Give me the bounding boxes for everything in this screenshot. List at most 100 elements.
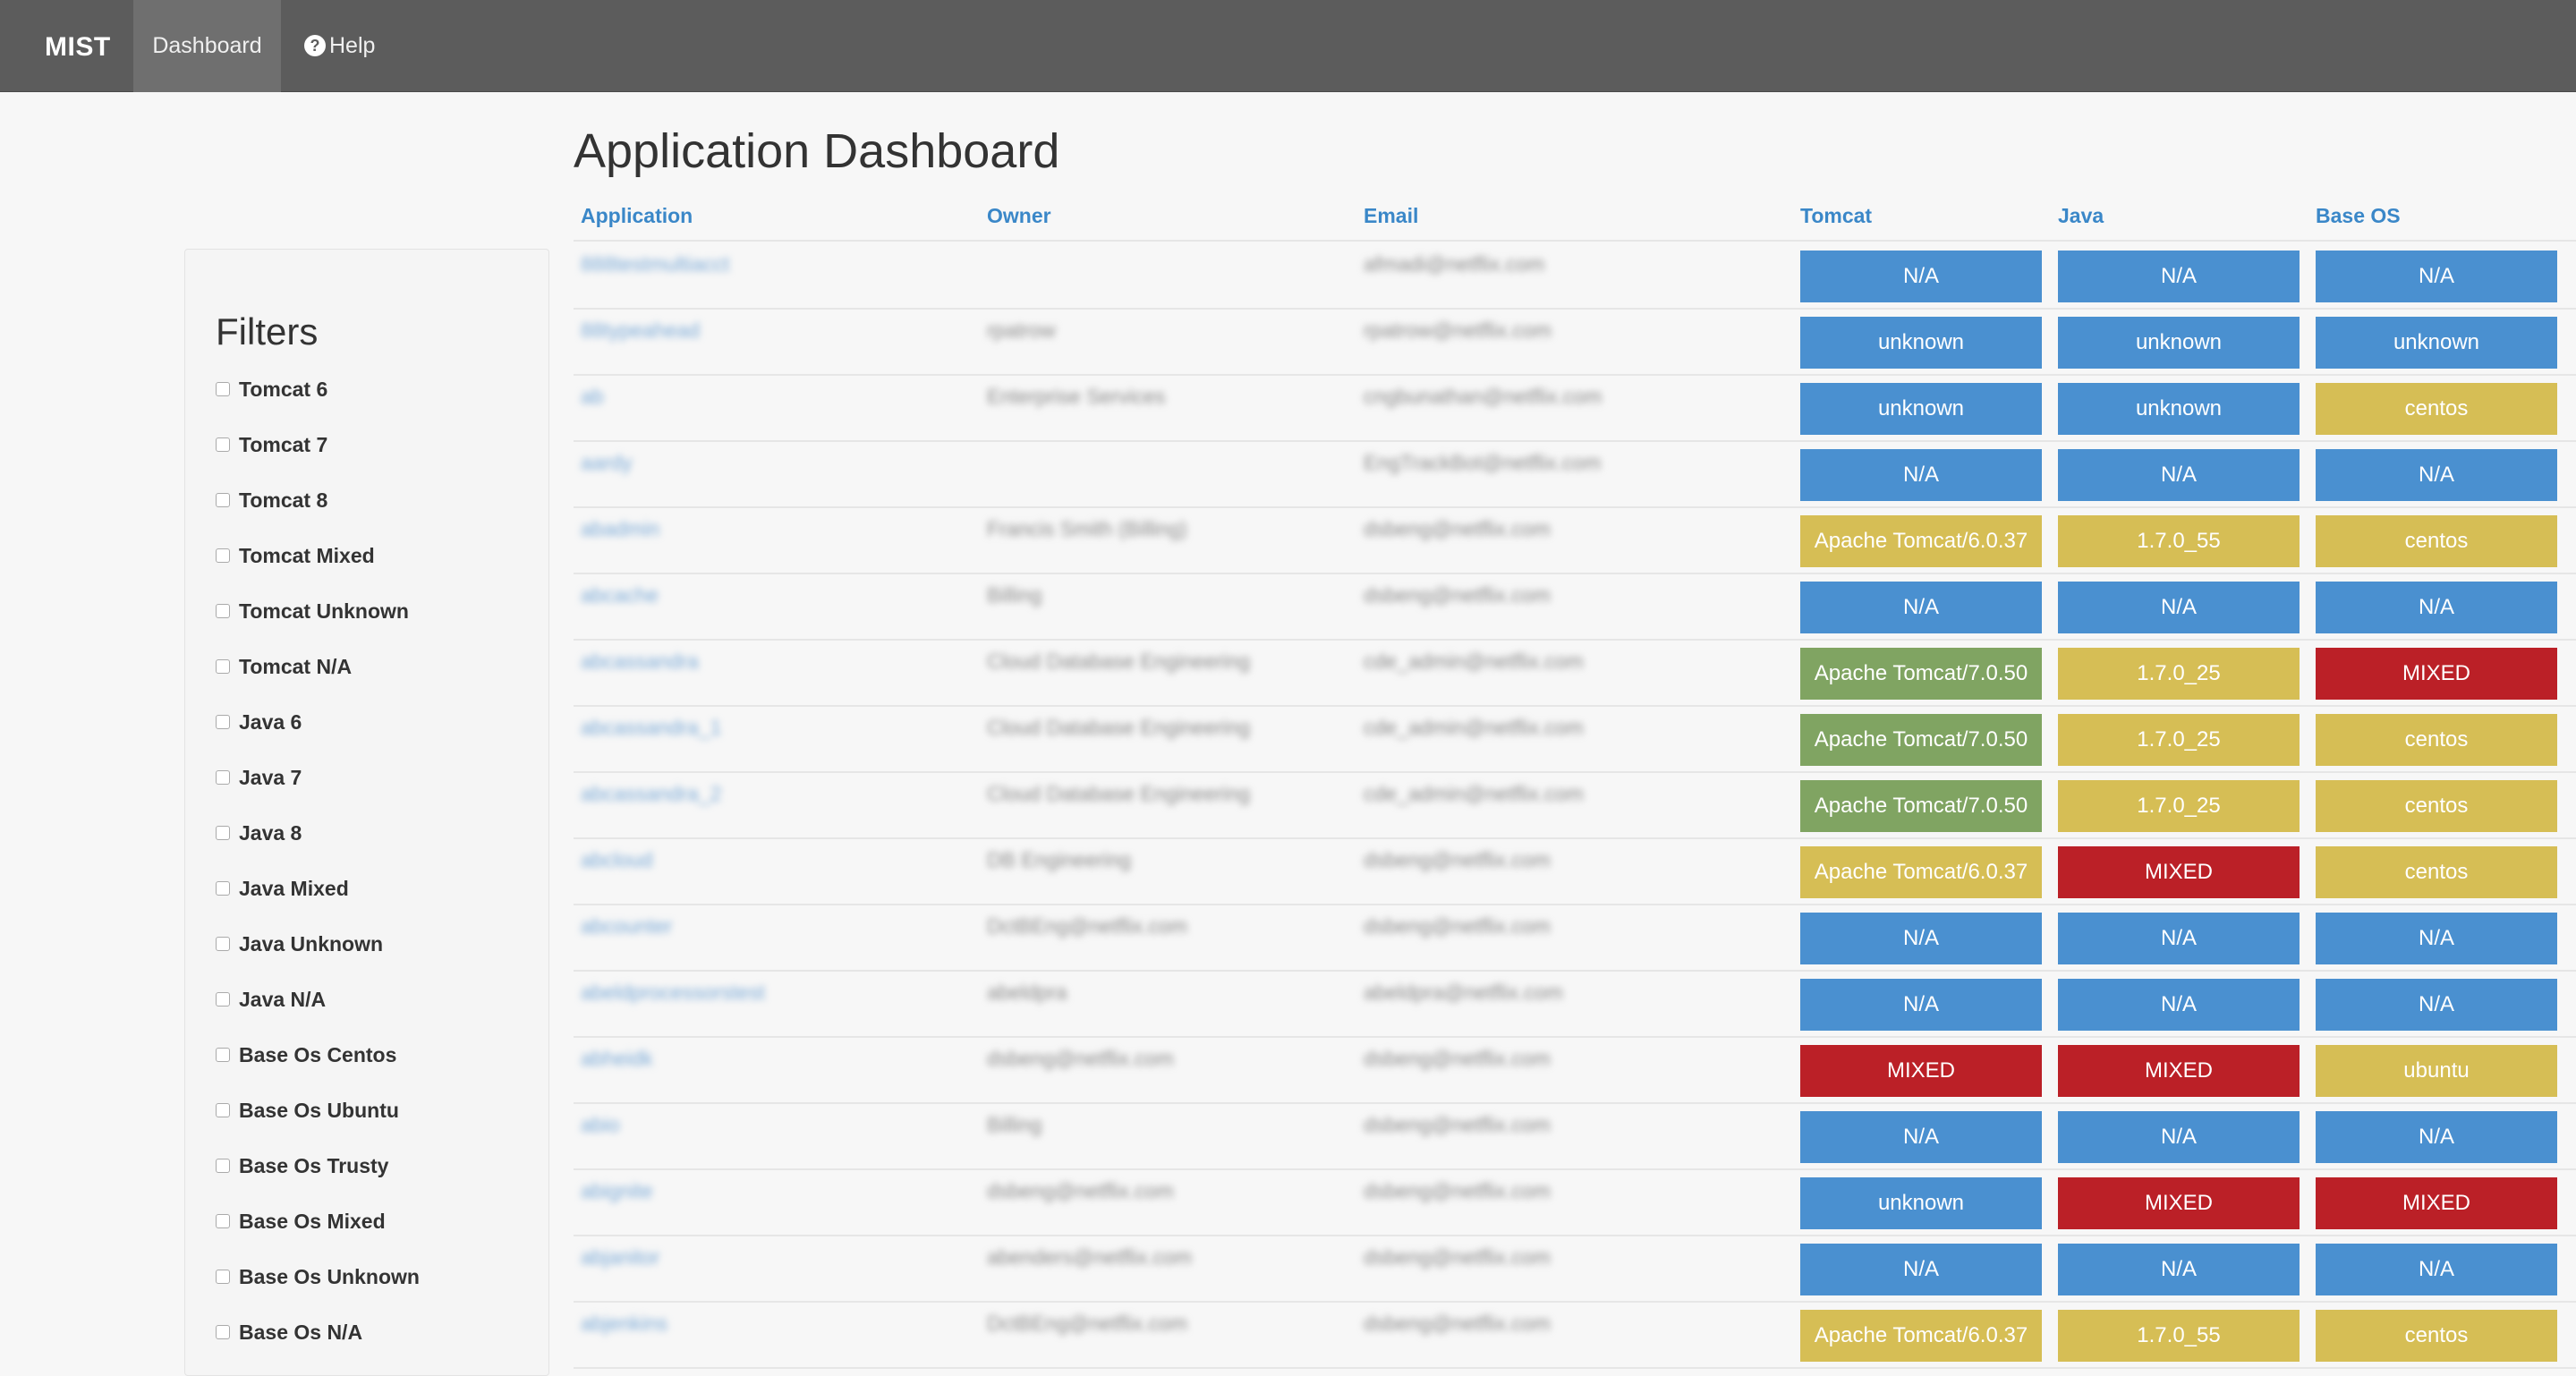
row-divider <box>574 904 2576 905</box>
filter-label: Java 8 <box>239 820 302 845</box>
cell-email: dsbeng@netflix.com <box>1364 1113 1551 1136</box>
filter-option[interactable]: Java Unknown <box>216 926 383 962</box>
badge-tomcat: unknown <box>1800 1177 2042 1229</box>
badge-java: 1.7.0_55 <box>2058 515 2300 567</box>
filter-checkbox[interactable] <box>216 1103 230 1117</box>
filter-option[interactable]: Base Os Mixed <box>216 1203 386 1239</box>
cell-application[interactable]: abignite <box>581 1179 653 1203</box>
row-divider <box>574 771 2576 773</box>
filter-checkbox[interactable] <box>216 715 230 729</box>
filter-checkbox[interactable] <box>216 1325 230 1339</box>
filter-option[interactable]: Tomcat 6 <box>216 371 327 407</box>
filter-option[interactable]: Base Os Unknown <box>216 1259 420 1295</box>
badge-tomcat: Apache Tomcat/7.0.50 <box>1800 780 2042 832</box>
cell-owner: dsbeng@netflix.com <box>987 1179 1174 1202</box>
cell-application[interactable]: abcassandra_1 <box>581 716 721 740</box>
badge-base-os: MIXED <box>2316 648 2557 700</box>
filter-option[interactable]: Base Os Trusty <box>216 1148 388 1184</box>
badge-tomcat: unknown <box>1800 383 2042 435</box>
filter-checkbox[interactable] <box>216 770 230 785</box>
filter-option[interactable]: Base Os Ubuntu <box>216 1092 399 1128</box>
filter-option[interactable]: Tomcat N/A <box>216 649 352 684</box>
filter-option[interactable]: Java N/A <box>216 981 326 1017</box>
filters-title: Filters <box>216 310 319 352</box>
filter-option[interactable]: Tomcat Mixed <box>216 538 375 573</box>
question-circle-icon: ? <box>304 35 326 56</box>
filter-option[interactable]: Tomcat 8 <box>216 482 327 518</box>
column-header-base-os[interactable]: Base OS <box>2316 204 2401 228</box>
row-divider <box>574 1036 2576 1038</box>
cell-application[interactable]: 88typeahead <box>581 319 700 343</box>
filter-checkbox[interactable] <box>216 881 230 896</box>
filter-checkbox[interactable] <box>216 1214 230 1228</box>
filter-checkbox[interactable] <box>216 1048 230 1062</box>
filter-checkbox[interactable] <box>216 826 230 840</box>
filter-option[interactable]: Tomcat 7 <box>216 427 327 463</box>
cell-application[interactable]: abjanitor <box>581 1245 659 1270</box>
filter-checkbox[interactable] <box>216 604 230 618</box>
cell-application[interactable]: abcounter <box>581 914 672 939</box>
filter-option[interactable]: Java Mixed <box>216 871 349 906</box>
filter-label: Java Unknown <box>239 931 384 956</box>
badge-base-os: N/A <box>2316 251 2557 302</box>
column-header-tomcat[interactable]: Tomcat <box>1800 204 1872 228</box>
filter-checkbox[interactable] <box>216 1159 230 1173</box>
badge-java: 1.7.0_55 <box>2058 1310 2300 1362</box>
filter-label: Java Mixed <box>239 876 349 900</box>
badge-tomcat: Apache Tomcat/7.0.50 <box>1800 648 2042 700</box>
filter-checkbox[interactable] <box>216 992 230 1007</box>
filter-label: Tomcat 7 <box>239 432 328 456</box>
cell-application[interactable]: abeldprocessorstest <box>581 981 765 1005</box>
filter-option[interactable]: Tomcat Unknown <box>216 593 409 629</box>
filter-label: Tomcat Mixed <box>239 543 375 567</box>
brand-logo[interactable]: MIST <box>45 32 111 63</box>
filter-checkbox[interactable] <box>216 1270 230 1284</box>
badge-base-os: ubuntu <box>2316 1045 2557 1097</box>
filter-checkbox[interactable] <box>216 548 230 563</box>
filter-label: Base Os Ubuntu <box>239 1098 399 1122</box>
filter-checkbox[interactable] <box>216 659 230 674</box>
cell-application[interactable]: abcache <box>581 583 659 607</box>
header-divider <box>574 240 2576 242</box>
row-divider <box>574 1301 2576 1303</box>
cell-email: cngbunathan@netflix.com <box>1364 385 1603 408</box>
filter-option[interactable]: Base Os Centos <box>216 1037 396 1073</box>
cell-application[interactable]: abheidk <box>581 1047 653 1071</box>
cell-application[interactable]: abcassandra <box>581 650 699 674</box>
filter-label: Base Os Mixed <box>239 1209 386 1233</box>
cell-application[interactable]: ab <box>581 385 604 409</box>
filter-checkbox[interactable] <box>216 437 230 452</box>
filter-checkbox[interactable] <box>216 937 230 951</box>
cell-application[interactable]: abadmin <box>581 517 659 541</box>
cell-email: rpatrow@netflix.com <box>1364 319 1552 342</box>
nav-help[interactable]: ? Help <box>304 0 375 92</box>
column-header-java[interactable]: Java <box>2058 204 2104 228</box>
column-header-email[interactable]: Email <box>1364 204 1418 228</box>
badge-base-os: centos <box>2316 846 2557 898</box>
row-divider <box>574 308 2576 310</box>
badge-java: unknown <box>2058 383 2300 435</box>
filter-option[interactable]: Java 7 <box>216 760 302 795</box>
filter-option[interactable]: Base Os N/A <box>216 1314 362 1350</box>
cell-application[interactable]: abcloud <box>581 848 653 872</box>
badge-tomcat: N/A <box>1800 582 2042 633</box>
badge-tomcat: Apache Tomcat/6.0.37 <box>1800 1310 2042 1362</box>
badge-tomcat: N/A <box>1800 1244 2042 1295</box>
filter-option[interactable]: Java 8 <box>216 815 302 851</box>
filter-checkbox[interactable] <box>216 493 230 507</box>
cell-owner: Billing <box>987 583 1042 607</box>
cell-application[interactable]: abjenkins <box>581 1312 667 1336</box>
filter-checkbox[interactable] <box>216 382 230 396</box>
badge-tomcat: unknown <box>1800 317 2042 369</box>
column-header-application[interactable]: Application <box>581 204 693 228</box>
cell-application[interactable]: abcassandra_2 <box>581 782 721 806</box>
column-header-owner[interactable]: Owner <box>987 204 1051 228</box>
cell-owner: Cloud Database Engineering <box>987 716 1251 739</box>
cell-application[interactable]: abio <box>581 1113 619 1137</box>
cell-application[interactable]: aardy <box>581 451 633 475</box>
nav-dashboard[interactable]: Dashboard <box>133 0 281 92</box>
badge-java: 1.7.0_25 <box>2058 648 2300 700</box>
badge-java: 1.7.0_25 <box>2058 780 2300 832</box>
cell-application[interactable]: 888testmultiacct <box>581 252 729 276</box>
filter-option[interactable]: Java 6 <box>216 704 302 740</box>
